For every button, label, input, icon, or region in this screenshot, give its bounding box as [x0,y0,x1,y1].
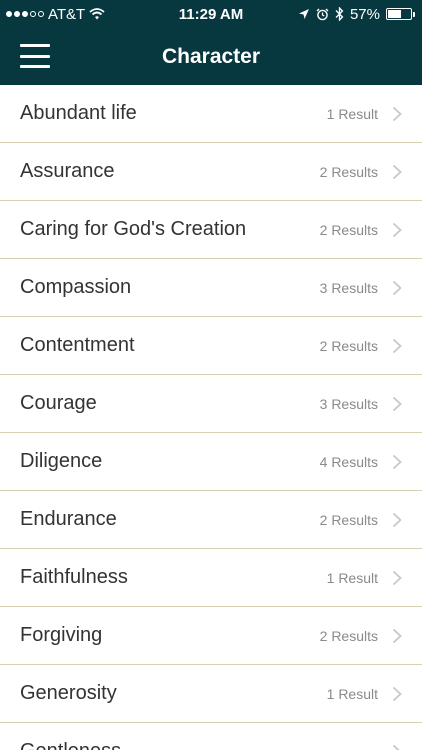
carrier-label: AT&T [48,5,86,23]
list-item[interactable]: Caring for God's Creation 2 Results [0,201,422,259]
list-item-label: Diligence [20,450,103,472]
list-item[interactable]: Contentment 2 Results [0,317,422,375]
list-item-count: 3 Results [319,395,378,412]
list-item-label: Assurance [20,160,115,182]
list-item[interactable]: Courage 3 Results [0,375,422,433]
chevron-right-icon [392,164,402,179]
list-item-label: Compassion [20,276,132,298]
list-item-label: Contentment [20,334,135,356]
list-item[interactable]: Endurance 2 Results [0,491,422,549]
status-left: AT&T [6,6,105,23]
chevron-right-icon [392,454,402,469]
battery-percent: 57% [349,5,380,23]
list-item-label: Faithfulness [20,566,128,588]
list-item[interactable]: Assurance 2 Results [0,143,422,201]
list-item-label: Courage [20,392,97,414]
list-item-label: Generosity [20,682,117,704]
list-item-count: 1 Result [326,105,378,122]
status-bar: AT&T 11:29 AM 57% [0,0,422,28]
list-item-count: 2 Results [319,627,378,644]
list-item-count: 2 Results [319,221,378,238]
chevron-right-icon [392,744,401,750]
list-item-count: 1 Result [326,685,378,702]
nav-bar: Character [0,28,422,85]
bluetooth-icon [335,7,344,21]
wifi-icon [89,8,105,20]
list-item[interactable]: Generosity 1 Result [0,665,422,723]
hamburger-menu-icon[interactable] [20,44,50,68]
alarm-icon [316,8,329,20]
list-item-count: 2 Results [319,163,378,180]
location-arrow-icon [298,9,309,19]
list-item[interactable]: Diligence 4 Results [0,433,422,491]
list-item-label: Endurance [20,508,117,530]
chevron-right-icon [392,106,402,121]
chevron-right-icon [392,628,402,643]
chevron-right-icon [392,280,402,295]
battery-fill [388,10,401,18]
list-item[interactable]: Forgiving 2 Results [0,607,422,665]
chevron-right-icon [392,570,402,585]
signal-dots-icon [6,11,44,17]
list-item-count: 2 Results [319,511,378,528]
status-right: 57% [298,5,415,23]
battery-icon [386,8,415,20]
list-item-count: 1 Result [326,569,378,586]
page-title: Character [161,44,261,68]
list-item-label: Caring for God's Creation [20,218,247,240]
list-item-label: Gentleness [20,740,378,750]
chevron-right-icon [392,222,402,237]
list-item[interactable]: Compassion 3 Results [0,259,422,317]
list-item-count: 2 Results [319,337,378,354]
list-item-count: 3 Results [319,279,378,296]
chevron-right-icon [392,686,402,701]
list-item[interactable]: Faithfulness 1 Result [0,549,422,607]
list-item-label: Forgiving [20,624,103,646]
app-header: AT&T 11:29 AM 57% Character [0,0,422,85]
character-list: Abundant life 1 Result Assurance 2 Resul… [0,85,422,750]
list-item[interactable]: Gentleness [0,723,422,750]
list-item-count: 4 Results [319,453,378,470]
list-item-label: Abundant life [20,102,137,124]
chevron-right-icon [392,396,402,411]
chevron-right-icon [392,512,402,527]
chevron-right-icon [392,338,402,353]
list-item[interactable]: Abundant life 1 Result [0,85,422,143]
